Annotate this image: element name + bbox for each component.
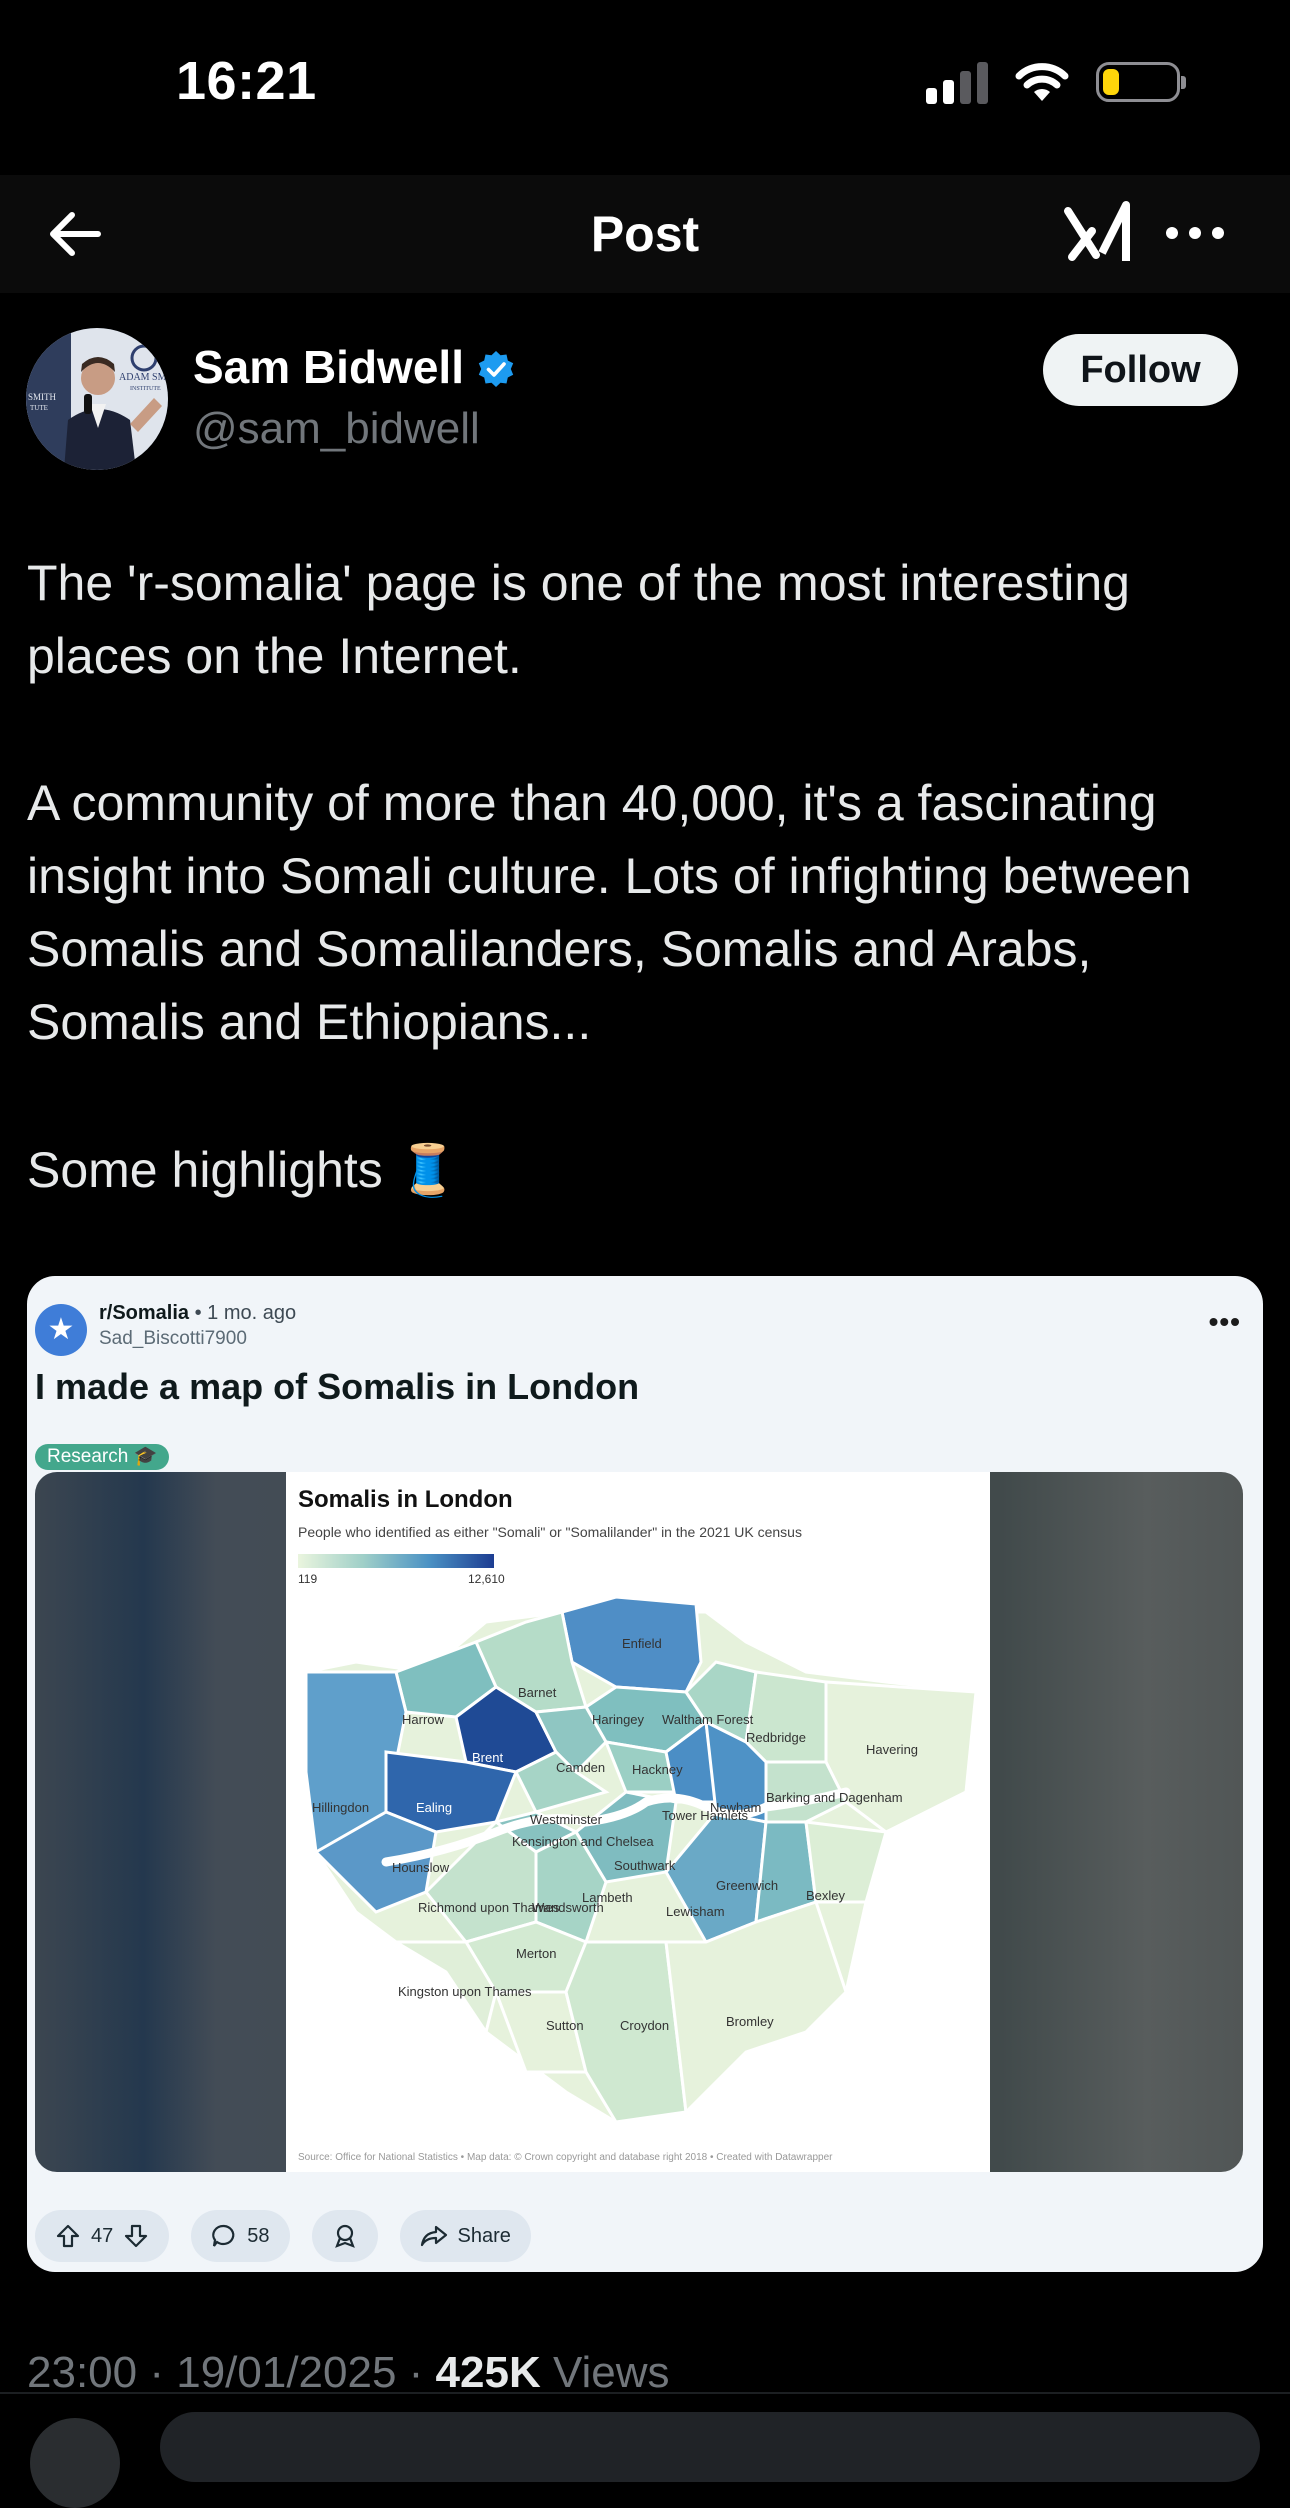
map-label: Kingston upon Thames	[398, 1984, 532, 1999]
award-pill[interactable]	[311, 2210, 378, 2262]
map-label: Greenwich	[716, 1878, 778, 1893]
map-label: Hillingdon	[312, 1800, 369, 1815]
map-label: Bexley	[806, 1888, 846, 1903]
map-title: Somalis in London	[298, 1486, 513, 1513]
award-icon	[334, 2224, 355, 2248]
map-label: Southwark	[614, 1858, 676, 1873]
grok-icon[interactable]	[1062, 195, 1138, 271]
map-label: Sutton	[546, 2018, 584, 2033]
map-label: Croydon	[620, 2018, 669, 2033]
map-label: Hackney	[632, 1762, 683, 1777]
map-label: Harrow	[402, 1712, 445, 1727]
map-label: Barking and Dagenham	[766, 1790, 903, 1805]
svg-text:INSTITUTE: INSTITUTE	[130, 386, 161, 392]
verified-badge-icon	[478, 351, 514, 387]
reply-avatar	[30, 2418, 120, 2508]
views-label: Views	[552, 2348, 670, 2397]
post-paragraph: A community of more than 40,000, it's a …	[27, 775, 1192, 1050]
map-label: Ealing	[416, 1800, 452, 1815]
map-label: Waltham Forest	[662, 1712, 754, 1727]
more-horizontal-icon[interactable]	[1160, 203, 1230, 263]
map-subtitle: People who identified as either "Somali"…	[298, 1524, 802, 1540]
map-source: Source: Office for National Statistics •…	[298, 2152, 833, 2163]
cellular-signal-icon	[926, 60, 988, 104]
reddit-post-title: I made a map of Somalis in London	[35, 1366, 640, 1407]
post-paragraph: Some highlights 🧵	[27, 1142, 459, 1198]
follow-button[interactable]: Follow	[1043, 334, 1238, 406]
subreddit-name: r/Somalia	[99, 1302, 190, 1324]
post-time: 23:00	[27, 2348, 138, 2397]
reddit-actions: 47 58 Share	[35, 2210, 531, 2264]
map-label: Camden	[556, 1760, 605, 1775]
post-date: 19/01/2025	[176, 2348, 397, 2397]
avatar-image: ADAM SM INSTITUTE SMITH TUTE	[26, 328, 168, 470]
map-legend-min: 119	[298, 1572, 318, 1586]
map-label: Barnet	[518, 1685, 557, 1700]
reddit-more-icon: •••	[1208, 1306, 1241, 1337]
avatar[interactable]: ADAM SM INSTITUTE SMITH TUTE	[26, 328, 168, 470]
map-panel: Enfield Barnet Harrow Haringey Waltham F…	[286, 1472, 990, 2172]
map-label: Westminster	[530, 1812, 603, 1827]
map-legend-bar	[298, 1554, 494, 1568]
battery-icon	[1096, 62, 1186, 102]
map-label: Newham	[710, 1800, 761, 1815]
author-name[interactable]: Sam Bidwell	[193, 340, 516, 394]
svg-text:ADAM SM: ADAM SM	[119, 372, 167, 383]
map-label: Lewisham	[666, 1904, 725, 1919]
map-label: Enfield	[622, 1636, 662, 1651]
status-icons	[926, 60, 1186, 104]
share-label: Share	[457, 2224, 511, 2247]
map-label: Merton	[516, 1946, 556, 1961]
author-handle[interactable]: @sam_bidwell	[193, 404, 480, 454]
post-age: 1 mo. ago	[207, 1302, 297, 1324]
post-paragraph: The 'r-somalia' page is one of the most …	[27, 555, 1130, 684]
london-map: Enfield Barnet Harrow Haringey Waltham F…	[304, 1595, 978, 2124]
map-label: Havering	[866, 1742, 918, 1757]
map-label: Brent	[472, 1750, 503, 1765]
reply-input[interactable]	[160, 2412, 1260, 2482]
comment-count: 58	[247, 2224, 270, 2247]
map-image-frame: Enfield Barnet Harrow Haringey Waltham F…	[35, 1472, 1243, 2172]
subreddit-line: r/Somalia • 1 mo. ago	[99, 1302, 297, 1324]
status-time: 16:21	[176, 51, 317, 111]
map-label: Bromley	[726, 2014, 774, 2029]
divider	[0, 2392, 1290, 2394]
map-label: Redbridge	[746, 1730, 806, 1745]
upvote-icon[interactable]	[55, 2223, 81, 2249]
post-meta: 23:00 · 19/01/2025 · 425K Views	[27, 2348, 670, 2397]
share-icon	[420, 2225, 447, 2247]
map-label: Hounslow	[392, 1860, 450, 1875]
subreddit-icon: ★	[35, 1304, 87, 1356]
vote-pill: 47	[35, 2210, 170, 2262]
upvote-count: 47	[91, 2224, 114, 2247]
wifi-icon	[1015, 63, 1069, 101]
flair-badge: Research 🎓	[35, 1444, 170, 1470]
author-name-text[interactable]: Sam Bidwell	[193, 341, 464, 393]
nav-bar: Post	[0, 175, 1290, 293]
share-pill[interactable]: Share	[399, 2210, 531, 2262]
map-label: Kensington and Chelsea	[512, 1834, 654, 1849]
map-legend-max: 12,610	[468, 1572, 505, 1586]
downvote-icon[interactable]	[123, 2223, 149, 2249]
map-label: Haringey	[592, 1712, 645, 1727]
post-image[interactable]: ★ r/Somalia • 1 mo. ago Sad_Biscotti7900…	[27, 1276, 1263, 2272]
views-count[interactable]: 425K	[436, 2348, 541, 2397]
comments-pill[interactable]: 58	[191, 2210, 290, 2262]
svg-text:SMITH: SMITH	[28, 392, 57, 402]
map-label: Lambeth	[582, 1890, 633, 1905]
svg-text:TUTE: TUTE	[30, 404, 48, 412]
reddit-username: Sad_Biscotti7900	[99, 1328, 247, 1349]
comment-icon	[212, 2224, 235, 2247]
